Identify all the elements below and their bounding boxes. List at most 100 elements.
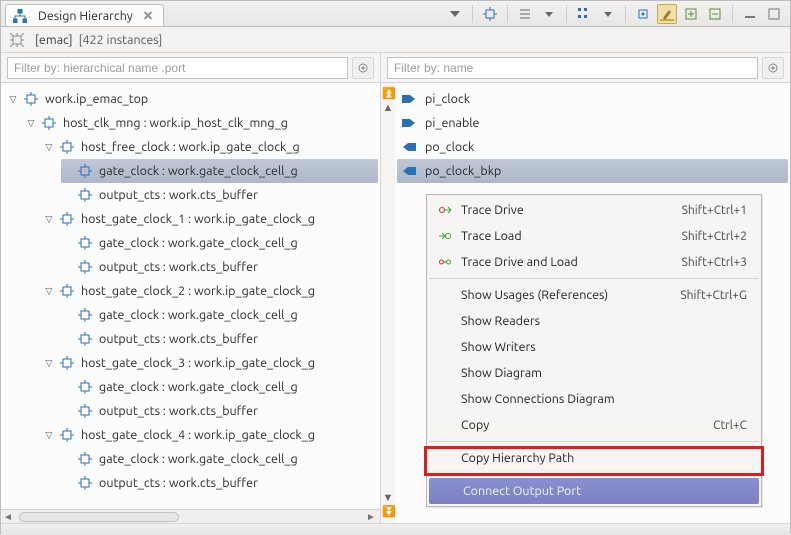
tree-row[interactable]: output_cts : work.cts_buffer (61, 183, 378, 207)
tree-row[interactable]: output_cts : work.cts_buffer (61, 327, 378, 351)
filter-hierarchy-input[interactable] (7, 57, 348, 79)
hierarchy-pane: ▽ work.ip_emac_top ▽ host_clk_mng : work… (1, 83, 381, 523)
toolbar-dropdown-1[interactable] (445, 4, 465, 24)
tree-label: host_gate_clock_4 : work.ip_gate_clock_g (81, 428, 315, 442)
menu-trace-load[interactable]: Trace Load Shift+Ctrl+2 (427, 223, 761, 249)
chip-icon (59, 355, 75, 371)
expand-toggle[interactable]: ▽ (43, 141, 55, 153)
menu-label: Show Writers (461, 340, 747, 354)
expand-toggle[interactable]: ▽ (25, 117, 37, 129)
expand-toggle[interactable]: ▽ (43, 357, 55, 369)
tree-label: gate_clock : work.gate_clock_cell_g (99, 164, 298, 178)
tree-label: output_cts : work.cts_buffer (99, 476, 258, 490)
toolbar-dropdown-3[interactable] (598, 4, 618, 24)
menu-trace-drive[interactable]: Trace Drive Shift+Ctrl+1 (427, 197, 761, 223)
ports-list[interactable]: pi_clock pi_enable po_clock po_clock_bkp (395, 83, 790, 187)
toolbar-dropdown-2[interactable] (539, 4, 559, 24)
context-menu: Trace Drive Shift+Ctrl+1 Trace Load Shif… (426, 194, 762, 507)
menu-show-writers[interactable]: Show Writers (427, 334, 761, 360)
hierarchy-tree[interactable]: ▽ work.ip_emac_top ▽ host_clk_mng : work… (1, 83, 380, 499)
crumb-name[interactable]: [emac] (35, 33, 73, 47)
collapse-icon[interactable] (705, 4, 725, 24)
tree-row[interactable]: ▽ host_free_clock : work.ip_gate_clock_g (43, 135, 378, 159)
tree-label: output_cts : work.cts_buffer (99, 332, 258, 346)
port-label: pi_clock (425, 92, 470, 106)
filter-row (1, 53, 790, 83)
tree-label: host_clk_mng : work.ip_host_clk_mng_g (63, 116, 288, 130)
menu-show-diagram[interactable]: Show Diagram (427, 360, 761, 386)
port-row-selected[interactable]: po_clock_bkp (397, 159, 788, 183)
tree-row[interactable]: ▽ host_gate_clock_4 : work.ip_gate_clock… (43, 423, 378, 447)
trace-both-icon (437, 257, 453, 267)
menu-copy[interactable]: Copy Ctrl+C (427, 412, 761, 438)
tree-row[interactable]: gate_clock : work.gate_clock_cell_g (61, 231, 378, 255)
tree-row[interactable]: gate_clock : work.gate_clock_cell_g (61, 375, 378, 399)
menu-copy-path[interactable]: Copy Hierarchy Path (427, 445, 761, 471)
menu-label: Connect Output Port (463, 484, 745, 498)
tree-row[interactable]: ▽ work.ip_emac_top (7, 87, 378, 111)
expand-icon[interactable] (681, 4, 701, 24)
scroll-left-icon[interactable]: ◄ (1, 511, 15, 523)
expand-toggle[interactable]: ▽ (43, 285, 55, 297)
chip-icon (59, 211, 75, 227)
horizontal-scrollbar[interactable]: ◄ ► (1, 509, 380, 523)
port-row[interactable]: pi_clock (397, 87, 788, 111)
menu-label: Trace Load (461, 229, 674, 243)
highlight-icon[interactable] (657, 4, 677, 24)
menu-accel: Ctrl+C (713, 419, 747, 432)
pane-divider[interactable]: ⏫ ▲ ▼ ⏬ (381, 83, 395, 523)
expand-toggle[interactable]: ▽ (7, 93, 19, 105)
menu-separator (429, 278, 759, 279)
tree-row[interactable]: ▽ host_gate_clock_3 : work.ip_gate_clock… (43, 351, 378, 375)
tree-row[interactable]: gate_clock : work.gate_clock_cell_g (61, 447, 378, 471)
close-icon[interactable]: ✕ (143, 8, 153, 23)
scroll-top-icon[interactable]: ⏫ (382, 87, 394, 101)
menu-label: Show Usages (References) (461, 288, 672, 302)
input-port-icon (401, 91, 417, 107)
tree-row[interactable]: output_cts : work.cts_buffer (61, 255, 378, 279)
tab-design-hierarchy[interactable]: Design Hierarchy ✕ (5, 4, 164, 26)
port-label: po_clock (425, 140, 474, 154)
filter-settings-icon[interactable] (352, 57, 374, 79)
scroll-bottom-icon[interactable]: ⏬ (382, 505, 394, 519)
tree-label: gate_clock : work.gate_clock_cell_g (99, 380, 298, 394)
menu-show-usages[interactable]: Show Usages (References) Shift+Ctrl+G (427, 282, 761, 308)
list-icon[interactable] (515, 4, 535, 24)
expand-toggle[interactable]: ▽ (43, 429, 55, 441)
expand-toggle[interactable]: ▽ (43, 213, 55, 225)
filter-name-input[interactable] (387, 57, 758, 79)
tree-row[interactable]: output_cts : work.cts_buffer (61, 399, 378, 423)
tree-row[interactable]: gate_clock : work.gate_clock_cell_g (61, 303, 378, 327)
scroll-down-icon[interactable]: ▼ (382, 491, 394, 505)
crumb-count: [422 instances] (79, 33, 163, 47)
menu-label: Show Readers (461, 314, 747, 328)
tree-row-selected[interactable]: gate_clock : work.gate_clock_cell_g (61, 159, 378, 183)
menu-label: Trace Drive (461, 203, 674, 217)
input-port-icon (401, 115, 417, 131)
chip-icon (77, 475, 93, 491)
breadcrumb: [emac] [422 instances] (1, 27, 790, 53)
tree-row[interactable]: ▽ host_gate_clock_1 : work.ip_gate_clock… (43, 207, 378, 231)
port-row[interactable]: po_clock (397, 135, 788, 159)
chip-icon (77, 163, 93, 179)
scroll-up-icon[interactable]: ▲ (382, 101, 394, 115)
menu-label: Copy (461, 418, 705, 432)
menu-label: Show Connections Diagram (461, 392, 747, 406)
chip2-icon[interactable] (633, 4, 653, 24)
port-row[interactable]: pi_enable (397, 111, 788, 135)
menu-connect-output-port[interactable]: Connect Output Port (429, 478, 759, 504)
tab-bar: Design Hierarchy ✕ (1, 1, 790, 27)
scroll-right-icon[interactable]: ► (364, 511, 378, 523)
menu-show-conn-diagram[interactable]: Show Connections Diagram (427, 386, 761, 412)
maximize-icon[interactable] (764, 4, 784, 24)
tree-row[interactable]: ▽ host_clk_mng : work.ip_host_clk_mng_g (25, 111, 378, 135)
filter-settings-icon[interactable] (762, 57, 784, 79)
tree-icon[interactable] (574, 4, 594, 24)
tree-row[interactable]: output_cts : work.cts_buffer (61, 471, 378, 495)
chip-icon[interactable] (480, 4, 500, 24)
scrollbar-thumb[interactable] (19, 512, 179, 522)
menu-show-readers[interactable]: Show Readers (427, 308, 761, 334)
menu-trace-both[interactable]: Trace Drive and Load Shift+Ctrl+3 (427, 249, 761, 275)
tree-row[interactable]: ▽ host_gate_clock_2 : work.ip_gate_clock… (43, 279, 378, 303)
minimize-icon[interactable] (740, 4, 760, 24)
